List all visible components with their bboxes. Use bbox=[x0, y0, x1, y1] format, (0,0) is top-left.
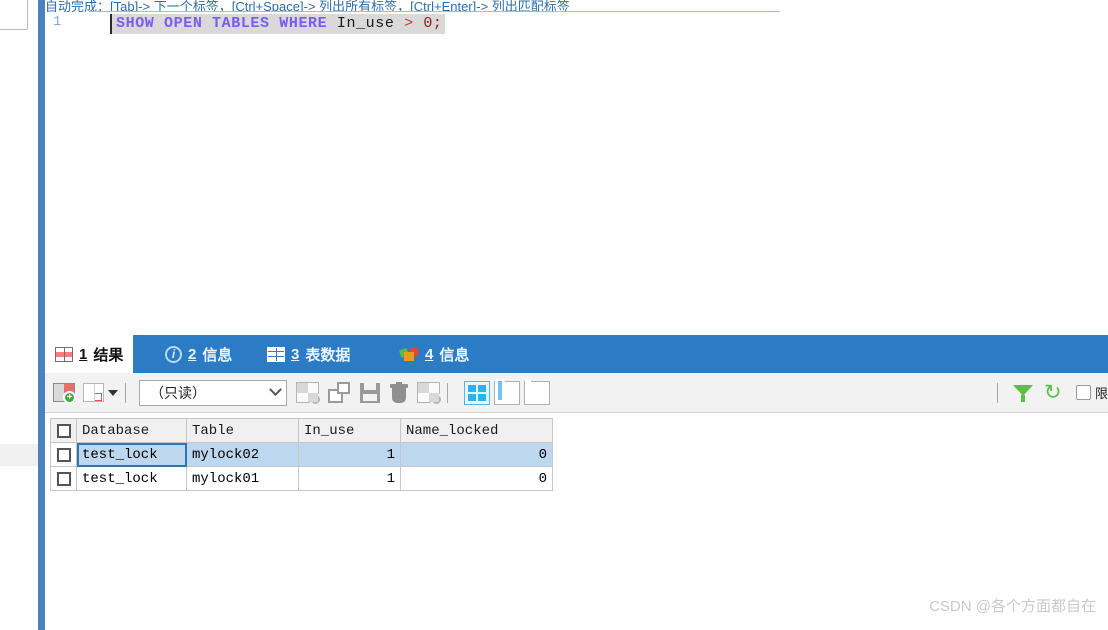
tab-info-4-number: 4 bbox=[425, 345, 434, 363]
tab-result-number: 1 bbox=[79, 345, 88, 363]
result-tab-strip: 1 结果 i 2 信息 3 表数据 4 信息 bbox=[45, 335, 1108, 373]
vertical-accent-bar bbox=[38, 0, 45, 630]
sql-keyword-show: SHOW bbox=[116, 15, 155, 32]
view-text-button[interactable] bbox=[524, 378, 550, 405]
save-icon bbox=[360, 382, 380, 403]
toolbar-separator-2 bbox=[447, 382, 448, 403]
hint-underline bbox=[90, 11, 780, 12]
column-header-database[interactable]: Database bbox=[76, 418, 187, 443]
column-header-name-locked[interactable]: Name_locked bbox=[400, 418, 553, 443]
tab-table-data-number: 3 bbox=[291, 345, 300, 363]
grid-red-icon bbox=[55, 346, 73, 362]
tab-info-4-label: 信息 bbox=[439, 346, 470, 364]
sql-literal: 0; bbox=[423, 15, 443, 32]
table-row[interactable]: test_lock mylock01 1 0 bbox=[50, 466, 553, 491]
view-grid-button[interactable] bbox=[464, 380, 490, 405]
app-window: 自动完成：[Tab]-> 下一个标签，[Ctrl+Space]-> 列出所有标签… bbox=[0, 0, 1108, 630]
tab-result[interactable]: 1 结果 bbox=[45, 335, 134, 373]
sql-operator: > bbox=[404, 15, 414, 32]
edit-mode-select[interactable]: （只读） bbox=[139, 379, 287, 406]
cell-in-use[interactable]: 1 bbox=[298, 442, 401, 467]
column-header-table[interactable]: Table bbox=[186, 418, 299, 443]
limit-rows-label: 限 bbox=[1094, 386, 1108, 401]
cell-table[interactable]: mylock01 bbox=[186, 466, 299, 491]
table-row[interactable]: test_lock mylock02 1 0 bbox=[50, 442, 553, 467]
trash-icon bbox=[390, 382, 408, 403]
filter-icon bbox=[1012, 383, 1033, 403]
row-checkbox[interactable] bbox=[56, 447, 71, 462]
duplicate-row-button[interactable] bbox=[319, 373, 350, 413]
form-view-icon bbox=[495, 378, 505, 402]
tab-info-2-label: 信息 bbox=[202, 346, 233, 364]
sql-identifier: In_use bbox=[336, 15, 395, 32]
cell-database[interactable]: test_lock bbox=[76, 466, 187, 491]
sql-keyword-where: WHERE bbox=[279, 15, 328, 32]
select-all-checkbox[interactable] bbox=[56, 423, 71, 438]
cell-name-locked[interactable]: 0 bbox=[400, 466, 553, 491]
left-panel-edge bbox=[0, 0, 28, 30]
toolbar-separator-3 bbox=[996, 382, 998, 403]
add-row-button[interactable]: + bbox=[287, 373, 322, 413]
cell-database[interactable]: test_lock bbox=[76, 442, 187, 467]
chart-shapes-icon bbox=[398, 346, 419, 362]
limit-rows-checkbox[interactable] bbox=[1075, 385, 1091, 400]
line-number: 1 bbox=[53, 14, 62, 30]
filter-button[interactable] bbox=[1005, 373, 1033, 413]
sql-keyword-open: OPEN bbox=[164, 15, 203, 32]
grid-view-icon bbox=[465, 382, 489, 404]
tab-info-4[interactable]: 4 信息 bbox=[390, 335, 479, 373]
chevron-down-icon bbox=[269, 383, 282, 397]
left-gutter-highlight-band bbox=[0, 444, 38, 466]
result-table: Database Table In_use Name_locked test_l… bbox=[50, 418, 553, 491]
cell-table[interactable]: mylock02 bbox=[186, 442, 299, 467]
tab-info-2-number: 2 bbox=[188, 345, 197, 363]
cell-name-locked[interactable]: 0 bbox=[400, 442, 553, 467]
info-circle-icon: i bbox=[165, 345, 182, 363]
save-changes-button[interactable] bbox=[350, 373, 380, 413]
row-select-cell[interactable] bbox=[50, 466, 77, 491]
duplicate-row-icon bbox=[328, 382, 350, 403]
tab-table-data[interactable]: 3 表数据 bbox=[257, 335, 360, 373]
grid-select-button[interactable] bbox=[75, 373, 118, 413]
view-form-button[interactable] bbox=[494, 378, 520, 405]
grid-white-icon bbox=[267, 346, 285, 362]
tab-info-2[interactable]: i 2 信息 bbox=[155, 335, 242, 373]
code-line-row: 1 SHOW OPEN TABLES WHERE In_use > 0; bbox=[45, 14, 1108, 34]
edit-mode-value: （只读） bbox=[150, 384, 206, 401]
row-checkbox[interactable] bbox=[56, 471, 71, 486]
refresh-button[interactable]: ↻ bbox=[1033, 373, 1064, 413]
chevron-down-icon[interactable] bbox=[108, 389, 118, 396]
text-view-icon bbox=[525, 378, 531, 402]
results-toolbar: + （只读） + × ↻ 限 bbox=[45, 373, 1108, 413]
edit-row-button[interactable]: + bbox=[45, 373, 76, 413]
sql-statement[interactable]: SHOW OPEN TABLES WHERE In_use > 0; bbox=[110, 14, 445, 34]
refresh-icon: ↻ bbox=[1043, 380, 1062, 404]
sql-editor[interactable]: 自动完成：[Tab]-> 下一个标签，[Ctrl+Space]-> 列出所有标签… bbox=[45, 0, 1108, 335]
cancel-changes-button[interactable]: × bbox=[408, 373, 443, 413]
sql-keyword-tables: TABLES bbox=[212, 15, 270, 32]
toolbar-separator-1 bbox=[125, 382, 126, 403]
watermark: CSDN @各个方面都自在 bbox=[929, 598, 1096, 615]
delete-row-button[interactable] bbox=[380, 373, 408, 413]
toolbar-right-group: ↻ 限 bbox=[990, 373, 1108, 413]
tab-table-data-label: 表数据 bbox=[305, 346, 351, 364]
table-header-row: Database Table In_use Name_locked bbox=[50, 418, 553, 443]
column-header-in-use[interactable]: In_use bbox=[298, 418, 401, 443]
cell-in-use[interactable]: 1 bbox=[298, 466, 401, 491]
edit-row-icon: + bbox=[53, 383, 76, 404]
cancel-row-icon: × bbox=[417, 382, 443, 406]
add-row-icon: + bbox=[296, 382, 322, 406]
view-mode-group bbox=[464, 378, 554, 405]
tab-result-label: 结果 bbox=[93, 346, 124, 364]
left-gutter bbox=[0, 0, 38, 630]
select-all-header[interactable] bbox=[50, 418, 77, 443]
grid-select-icon bbox=[83, 383, 104, 402]
row-select-cell[interactable] bbox=[50, 442, 77, 467]
